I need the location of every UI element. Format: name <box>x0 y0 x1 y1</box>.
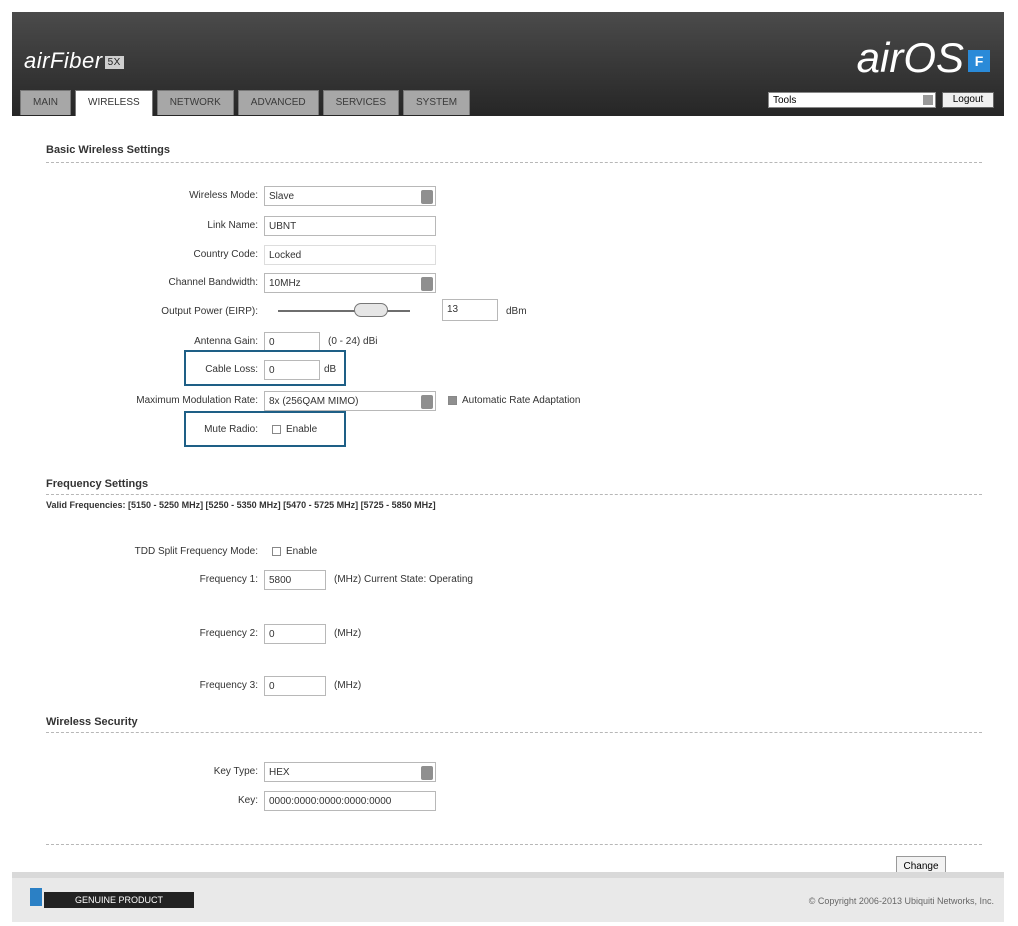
max-modulation-label: Maximum Modulation Rate: <box>136 395 258 406</box>
key-type-label: Key Type: <box>213 766 258 777</box>
lock-icon <box>30 888 42 906</box>
frequency-2-input[interactable]: 0 <box>264 624 326 644</box>
form-divider <box>46 844 982 845</box>
tab-advanced[interactable]: ADVANCED <box>237 90 319 115</box>
tdd-split-checkbox[interactable] <box>272 547 281 556</box>
mute-radio-label: Mute Radio: <box>204 424 258 435</box>
airos-logo-icon: F <box>968 50 990 72</box>
footer: GENUINE PRODUCT © Copyright 2006-2013 Ub… <box>12 878 1004 922</box>
copyright-text: © Copyright 2006-2013 Ubiquiti Networks,… <box>808 896 994 906</box>
link-name-input[interactable]: UBNT <box>264 216 436 236</box>
logout-button[interactable]: Logout <box>942 92 994 108</box>
chevron-down-icon <box>421 766 433 780</box>
key-type-value: HEX <box>269 767 290 778</box>
frequency-3-unit: (MHz) <box>334 680 362 691</box>
basic-settings-title: Basic Wireless Settings <box>46 144 171 156</box>
auto-rate-label: Automatic Rate Adaptation <box>462 395 581 406</box>
frequency-settings-title: Frequency Settings <box>46 478 149 490</box>
key-input[interactable]: 0000:0000:0000:0000:0000 <box>264 791 436 811</box>
tools-select[interactable]: Tools <box>768 92 936 108</box>
output-power-slider-track[interactable] <box>278 310 410 312</box>
wireless-settings-panel: Basic Wireless Settings Wireless Mode: S… <box>12 116 1004 878</box>
frequency-2-unit: (MHz) <box>334 628 362 639</box>
max-modulation-value: 8x (256QAM MIMO) <box>269 396 359 407</box>
antenna-gain-input[interactable]: 0 <box>264 332 320 352</box>
channel-bandwidth-label: Channel Bandwidth: <box>168 277 258 288</box>
airos-title: airOS <box>856 34 964 81</box>
tab-wireless[interactable]: WIRELESS <box>75 90 153 117</box>
output-power-slider-handle[interactable] <box>354 303 388 317</box>
frequency-3-input[interactable]: 0 <box>264 676 326 696</box>
channel-bandwidth-select[interactable]: 10MHz <box>264 273 436 293</box>
section-divider <box>46 162 982 163</box>
channel-bandwidth-value: 10MHz <box>269 278 301 289</box>
brand-badge: 5X <box>104 55 124 69</box>
frequency-1-unit: (MHz) Current State: Operating <box>334 574 473 585</box>
chevron-down-icon <box>421 190 433 204</box>
country-code-select: Locked <box>264 245 436 265</box>
key-type-select[interactable]: HEX <box>264 762 436 782</box>
wireless-mode-value: Slave <box>269 191 295 202</box>
section-divider <box>46 494 982 495</box>
cable-loss-label: Cable Loss: <box>205 364 258 375</box>
section-divider <box>46 732 982 733</box>
brand-logo: airFiber 5X <box>24 48 124 74</box>
frequency-3-label: Frequency 3: <box>199 680 258 691</box>
output-power-label: Output Power (EIRP): <box>161 306 258 317</box>
mute-radio-checkbox[interactable] <box>272 425 281 434</box>
valid-frequencies-text: Valid Frequencies: [5150 - 5250 MHz] [52… <box>46 500 436 510</box>
brand-text: airFiber <box>24 48 103 73</box>
auto-rate-checkbox[interactable] <box>448 396 457 405</box>
wireless-mode-select[interactable]: Slave <box>264 186 436 206</box>
output-power-unit: dBm <box>506 306 527 317</box>
antenna-gain-range: (0 - 24) dBi <box>328 336 378 347</box>
chevron-down-icon <box>421 277 433 291</box>
country-code-value: Locked <box>269 250 302 261</box>
airos-window: airFiber 5X airOS F MAIN WIRELESS NETWORK… <box>12 12 1004 922</box>
key-label: Key: <box>237 795 258 806</box>
frequency-1-input[interactable]: 5800 <box>264 570 326 590</box>
header: airFiber 5X airOS F MAIN WIRELESS NETWORK… <box>12 12 1004 117</box>
tdd-split-option: Enable <box>286 546 318 557</box>
tab-system[interactable]: SYSTEM <box>403 90 471 115</box>
wireless-security-title: Wireless Security <box>46 716 138 728</box>
max-modulation-select[interactable]: 8x (256QAM MIMO) <box>264 391 436 411</box>
mute-radio-option: Enable <box>286 424 318 435</box>
link-name-label: Link Name: <box>207 220 258 231</box>
frequency-1-label: Frequency 1: <box>199 574 258 585</box>
cable-loss-unit: dB <box>324 364 337 375</box>
chevron-down-icon <box>421 395 433 409</box>
tdd-split-label: TDD Split Frequency Mode: <box>134 546 258 557</box>
tools-label: Tools <box>773 95 797 106</box>
frequency-2-label: Frequency 2: <box>199 628 258 639</box>
wireless-mode-label: Wireless Mode: <box>189 190 258 201</box>
antenna-gain-label: Antenna Gain: <box>194 336 258 347</box>
tab-bar: MAIN WIRELESS NETWORK ADVANCED SERVICES … <box>20 90 474 117</box>
tab-services[interactable]: SERVICES <box>322 90 400 115</box>
output-power-input[interactable]: 13 <box>442 299 498 321</box>
country-code-label: Country Code: <box>193 249 258 260</box>
genuine-product-badge: GENUINE PRODUCT <box>44 892 194 908</box>
tab-main[interactable]: MAIN <box>20 90 71 115</box>
cable-loss-input[interactable]: 0 <box>264 360 320 380</box>
tab-network[interactable]: NETWORK <box>156 90 234 115</box>
chevron-down-icon <box>923 95 933 105</box>
